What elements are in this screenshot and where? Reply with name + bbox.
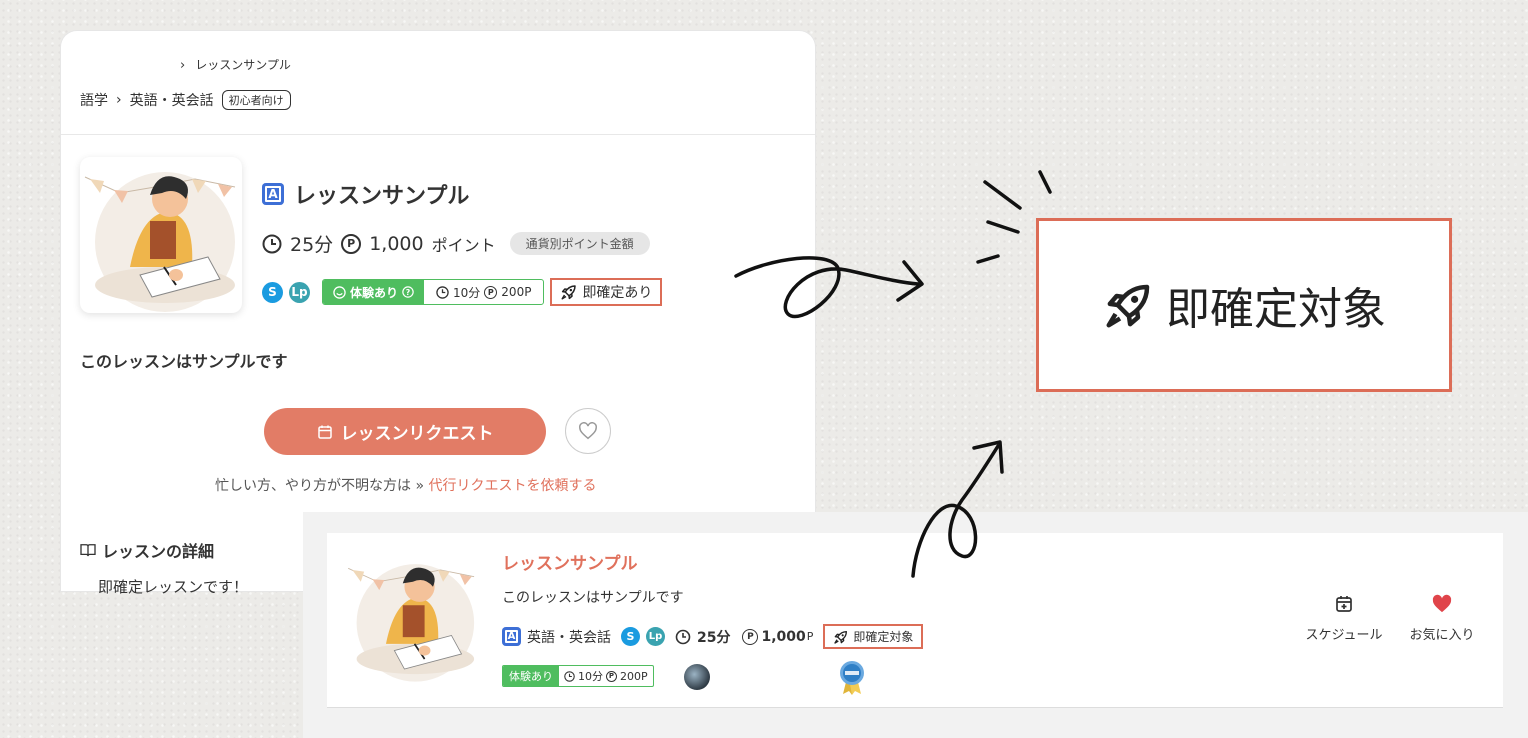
lesson-list-meta: A 英語・英会話 S Lp 25分 P 1,000 P 即確定対象	[502, 624, 924, 649]
favorite-button[interactable]	[565, 408, 611, 454]
lesson-thumbnail[interactable]	[344, 549, 480, 689]
lesson-price: 1,000	[369, 232, 424, 255]
heart-icon	[579, 422, 597, 440]
lesson-detail-text: 即確定レッスンです！	[98, 578, 249, 596]
divider	[61, 134, 815, 135]
proxy-request-text: 忙しい方、やり方が不明な方は »	[215, 478, 425, 494]
calendar-icon	[317, 425, 332, 439]
arrow-head-bottom	[972, 440, 1004, 474]
lesson-meta: 25分 P 1,000 ポイント 通貨別ポイント金額	[262, 230, 650, 257]
teacher-illustration	[84, 172, 236, 312]
heart-icon	[1432, 594, 1452, 613]
skype-icon: S	[262, 281, 283, 303]
schedule-label: スケジュール	[1305, 628, 1383, 643]
proxy-request-row: 忙しい方、やり方が不明な方は » 代行リクエストを依頼する	[215, 475, 596, 495]
lp-icon: Lp	[289, 281, 310, 303]
proxy-request-link[interactable]: 代行リクエストを依頼する	[428, 478, 596, 494]
medal-icon-graphic	[840, 661, 864, 695]
emphasis-mark	[986, 220, 1020, 234]
lesson-duration: 25分	[290, 234, 334, 256]
breadcrumb-subcategory[interactable]: 英語・英会話	[130, 90, 214, 110]
lesson-request-button[interactable]: レッスンリクエスト	[264, 408, 546, 455]
breadcrumb: 語学 › 英語・英会話 初心者向け	[80, 90, 291, 110]
trial-duration: 10分	[578, 670, 603, 683]
clock-icon	[675, 629, 691, 644]
lesson-thumbnail	[80, 157, 242, 313]
calendar-icon	[1336, 596, 1352, 612]
trial-price: 200P	[501, 285, 532, 299]
favorite-label: お気に入り	[1409, 628, 1475, 643]
alc-icon: A	[262, 183, 284, 205]
trial-badge: 体験あり ? 10分 P 200P	[322, 279, 545, 305]
lesson-request-label: レッスンリクエスト	[340, 424, 494, 444]
lesson-detail-heading: レッスンの詳細	[80, 538, 214, 562]
rocket-icon	[834, 630, 848, 644]
schedule-button[interactable]: スケジュール	[1302, 594, 1386, 643]
lesson-list-category: 英語・英会話	[527, 629, 611, 646]
lesson-detail-heading-text: レッスンの詳細	[102, 542, 215, 561]
clock-icon	[436, 285, 449, 299]
rocket-icon	[1106, 284, 1150, 328]
emphasis-mark	[1038, 170, 1052, 194]
trial-label: 体験あり	[503, 666, 559, 686]
point-icon: P	[606, 670, 617, 682]
currency-pill[interactable]: 通貨別ポイント金額	[509, 232, 650, 255]
breadcrumb-category[interactable]: 語学	[80, 90, 108, 110]
trial-label: 体験あり	[350, 285, 399, 300]
medal-icon	[838, 660, 866, 700]
trial-badge: 体験あり 10分 P 200P	[502, 665, 654, 687]
lesson-price-unit: ポイント	[431, 235, 496, 255]
rocket-icon	[561, 285, 577, 300]
book-icon	[80, 544, 96, 557]
smile-icon	[333, 285, 346, 299]
svg-text:?: ?	[406, 288, 410, 297]
breadcrumb-lesson-label[interactable]: レッスンサンプル	[195, 58, 291, 72]
lesson-list-price-unit: P	[806, 630, 814, 643]
avatar[interactable]	[684, 664, 710, 690]
point-icon: P	[484, 285, 498, 299]
help-icon[interactable]: ?	[402, 286, 414, 298]
clock-icon	[262, 234, 282, 253]
instant-badge: 即確定あり	[550, 278, 663, 306]
instant-badge: 即確定対象	[823, 624, 924, 649]
lp-icon: Lp	[646, 627, 665, 646]
lesson-description: このレッスンはサンプルです	[80, 352, 288, 371]
emphasis-mark	[976, 254, 1000, 264]
badge-row: S Lp 体験あり ? 10分 P 200P 即確定あり	[262, 278, 663, 306]
teacher-illustration	[348, 564, 475, 682]
instant-badge-label: 即確定対象	[853, 630, 914, 644]
trial-duration: 10分	[453, 285, 481, 300]
lesson-list-title[interactable]: レッスンサンプル	[502, 549, 638, 574]
lesson-list-duration: 25分	[697, 629, 731, 646]
skype-icon: S	[621, 627, 640, 646]
point-icon: P	[742, 628, 759, 645]
trial-price: 200P	[620, 669, 648, 683]
arrow-head-top	[896, 260, 924, 302]
lesson-title-text: レッスンサンプル	[294, 184, 470, 209]
lesson-list-description: このレッスンはサンプルです	[502, 590, 684, 606]
emphasis-mark	[983, 180, 1022, 210]
chevron-right-icon: ›	[116, 92, 122, 108]
alc-icon: A	[502, 627, 521, 646]
instant-badge-label: 即確定あり	[582, 285, 653, 301]
favorite-toggle[interactable]: お気に入り	[1406, 594, 1478, 643]
chevron-right-icon: ›	[180, 58, 186, 73]
point-icon: P	[341, 233, 362, 254]
divider	[327, 707, 1503, 708]
instant-confirm-zoom-label: 即確定対象	[1166, 284, 1386, 335]
lesson-list-price: 1,000	[761, 628, 806, 645]
clock-icon	[564, 670, 575, 682]
level-tag[interactable]: 初心者向け	[221, 90, 291, 110]
breadcrumb-lesson: › レッスンサンプル	[180, 56, 291, 73]
lesson-title: A レッスンサンプル	[262, 178, 469, 210]
instant-confirm-zoom: 即確定対象	[1036, 218, 1452, 392]
